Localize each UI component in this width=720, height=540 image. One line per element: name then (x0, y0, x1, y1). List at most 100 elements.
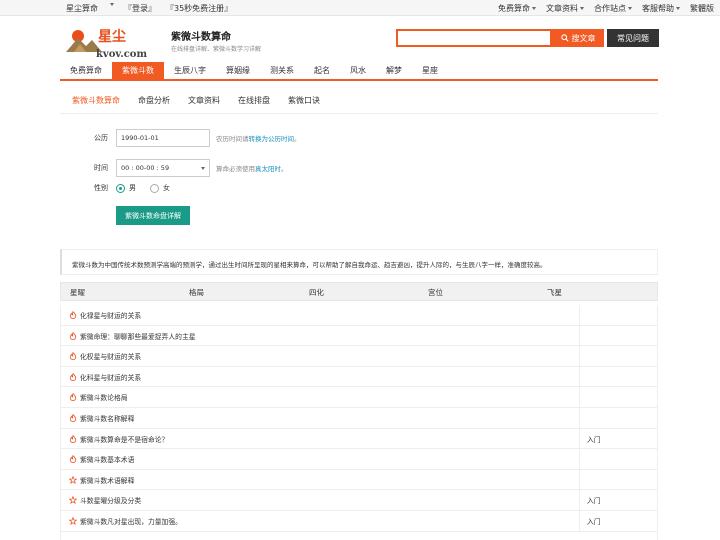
top-bar-left: 星尘算命 『登录』 『35秒免费注册』 (66, 3, 232, 14)
time-hint-suffix: 。 (281, 165, 288, 173)
article-link[interactable]: 化科星与财运的关系 (80, 372, 141, 382)
home-link[interactable]: 星尘算命 (66, 3, 98, 14)
site-header: 星尘 kvov.com 紫微斗数算命 在线排盘详解、紫微斗数学习详解 搜文章 常… (0, 16, 720, 62)
list-item: 紫微命理：聊聊那些最爱捉弄人的主星 (61, 325, 657, 347)
submit-chart-button[interactable]: 紫微斗数命盘详解 (116, 206, 190, 225)
list-item: 化禄星与财运的关系 (61, 305, 657, 326)
subnav-item-ziwei-rhymes[interactable]: 紫微口诀 (279, 95, 329, 106)
time-hint-prefix: 算命必须使用 (216, 165, 255, 173)
login-link[interactable]: 『登录』 (124, 3, 156, 14)
list-item: 斗数星曜分级及分类 入门 (61, 490, 657, 511)
subnav-item-ziwei-fortune[interactable]: 紫微斗数算命 (70, 95, 129, 106)
date-row: 公历 1990-01-01 农历时间请转换为公历时间。 (94, 129, 301, 147)
column-divider (579, 449, 580, 469)
time-value: 00 : 00-00 : 59 (121, 164, 170, 172)
flame-icon (69, 413, 77, 422)
subnav-item-chart-analysis[interactable]: 命盘分析 (129, 95, 179, 106)
gender-male-radio[interactable] (116, 183, 125, 193)
nav-item-fengshui[interactable]: 风水 (340, 62, 376, 79)
flame-icon (69, 393, 77, 402)
list-item: 紫微斗数凡对星出现，力量加强。 入门 (61, 510, 657, 532)
header-patterns[interactable]: 格局 (189, 287, 204, 298)
time-hint: 算命必须使用真太阳时。 (216, 163, 288, 173)
article-list: 化禄星与财运的关系紫微命理：聊聊那些最爱捉弄人的主星 化权星与财运的关系 化科星与财… (60, 305, 658, 540)
column-divider (579, 510, 580, 531)
article-link[interactable]: 化权星与财运的关系 (80, 351, 141, 361)
article-tag[interactable]: 入门 (587, 516, 601, 526)
list-item: 紫微斗数论格局 (61, 387, 657, 408)
flame-icon (69, 434, 77, 443)
time-label: 时间 (94, 164, 108, 172)
column-divider (579, 305, 580, 325)
search-button[interactable]: 搜文章 (552, 29, 604, 47)
nav-item-marriage[interactable]: 算姻缘 (216, 62, 260, 79)
nav-item-dream[interactable]: 解梦 (376, 62, 412, 79)
article-link[interactable]: 紫微斗数算命是不是宿命论？ (80, 434, 168, 444)
time-row: 时间 00 : 00-00 : 59 算命必须使用真太阳时。 (94, 159, 288, 177)
chevron-down-icon (532, 7, 536, 10)
list-item: 紫微斗数术语解释 (61, 469, 657, 491)
column-divider (579, 325, 580, 346)
top-bar: 星尘算命 『登录』 『35秒免费注册』 免费算命 文章资料 合作站点 客服帮助 … (0, 0, 720, 16)
chevron-down-icon (676, 7, 680, 10)
nav-item-naming[interactable]: 起名 (304, 62, 340, 79)
nav-item-bazi[interactable]: 生辰八字 (164, 62, 216, 79)
gender-female-radio[interactable] (150, 183, 159, 193)
convert-lunar-link[interactable]: 转换为公历时间 (249, 135, 295, 143)
subnav-item-online-chart[interactable]: 在线排盘 (229, 95, 279, 106)
article-link[interactable]: 紫微斗数基本术语 (80, 454, 134, 464)
topnav-traditional[interactable]: 繁體版 (690, 3, 714, 14)
column-divider (579, 346, 580, 366)
list-item: 紫微斗数基本术语 (61, 449, 657, 470)
column-divider (579, 469, 580, 490)
nav-item-free-fortune[interactable]: 免费算命 (60, 62, 112, 79)
nav-item-ziwei[interactable]: 紫微斗数 (112, 62, 164, 79)
site-logo[interactable]: 星尘 kvov.com (66, 24, 158, 60)
header-flying-star[interactable]: 飞星 (547, 287, 562, 298)
article-link[interactable]: 紫微斗数名称解释 (80, 413, 134, 423)
star-icon (68, 475, 78, 484)
topnav-articles[interactable]: 文章资料 (546, 3, 584, 14)
article-link[interactable]: 斗数星曜分级及分类 (80, 495, 141, 505)
article-tag[interactable]: 入门 (587, 495, 601, 505)
logo-domain: kvov.com (96, 49, 147, 60)
topnav-help[interactable]: 客服帮助 (642, 3, 680, 14)
date-hint-suffix: 。 (294, 135, 301, 143)
faq-button[interactable]: 常见问题 (607, 29, 659, 47)
article-link[interactable]: 紫微命理：聊聊那些最爱捉弄人的主星 (80, 331, 196, 341)
search-button-label: 搜文章 (571, 33, 596, 43)
article-link[interactable]: 紫微斗数论格局 (80, 392, 128, 402)
date-hint-prefix: 农历时间请 (216, 135, 249, 143)
register-link[interactable]: 『35秒免费注册』 (166, 3, 232, 14)
list-item: 紫微斗数名称解释 (61, 407, 657, 429)
article-link[interactable]: 化禄星与财运的关系 (80, 310, 141, 320)
article-link[interactable]: 紫微斗数术语解释 (80, 475, 134, 485)
chevron-down-icon (580, 7, 584, 10)
header-palace[interactable]: 宫位 (428, 287, 443, 298)
subnav-item-articles[interactable]: 文章资料 (179, 95, 229, 106)
date-label: 公历 (94, 134, 108, 142)
true-solar-time-link[interactable]: 真太阳时 (255, 165, 281, 173)
main-nav: 免费算命 紫微斗数 生辰八字 算姻缘 测关系 起名 风水 解梦 星座 (60, 62, 658, 81)
topnav-partners[interactable]: 合作站点 (594, 3, 632, 14)
time-select[interactable]: 00 : 00-00 : 59 (116, 159, 210, 177)
logo-text: 星尘 (98, 29, 126, 45)
gender-male-option[interactable]: 男 (116, 183, 136, 193)
header-sihua[interactable]: 四化 (309, 287, 324, 298)
nav-item-constellation[interactable]: 星座 (412, 62, 448, 79)
header-stars[interactable]: 星曜 (70, 287, 85, 298)
article-link[interactable]: 紫微斗数凡对星出现，力量加强。 (80, 516, 182, 526)
flame-icon (69, 455, 77, 464)
search-input[interactable] (396, 29, 552, 47)
flame-icon (69, 310, 77, 319)
nav-item-relationship[interactable]: 测关系 (260, 62, 304, 79)
article-tag[interactable]: 入门 (587, 434, 601, 444)
column-divider (579, 490, 580, 510)
topnav-free-fortune[interactable]: 免费算命 (498, 3, 536, 14)
chevron-down-icon (110, 3, 114, 6)
topnav-partners-label: 合作站点 (594, 4, 626, 13)
search-icon (560, 34, 569, 42)
gender-female-option[interactable]: 女 (150, 183, 170, 193)
date-field[interactable]: 1990-01-01 (116, 129, 210, 147)
star-icon (68, 516, 78, 525)
